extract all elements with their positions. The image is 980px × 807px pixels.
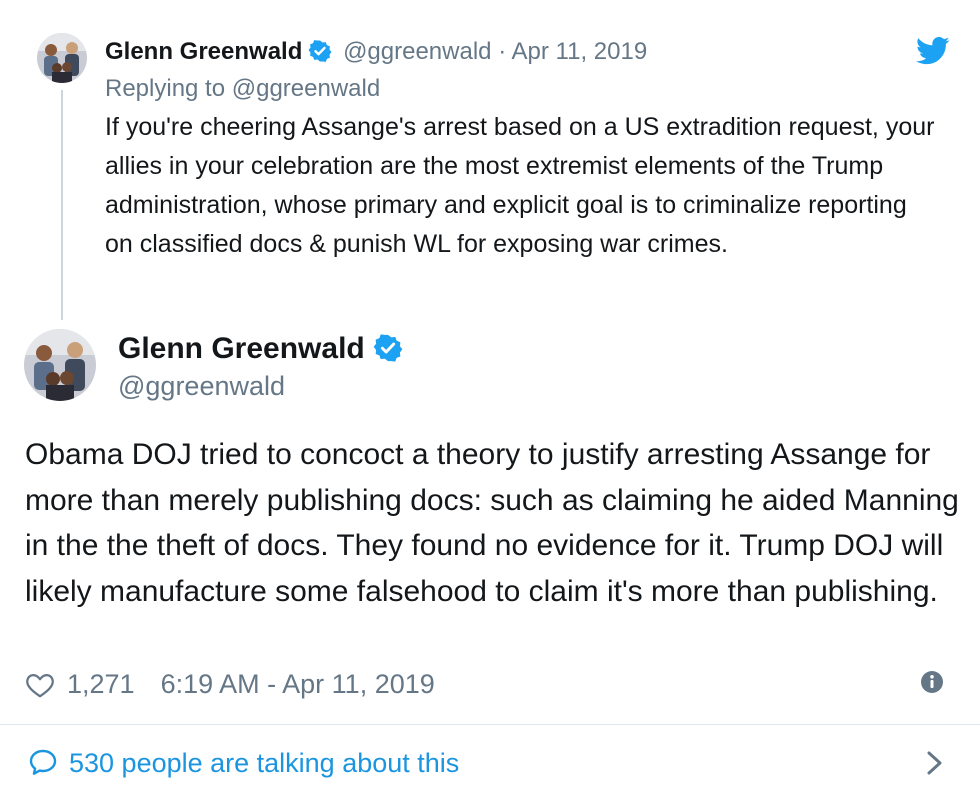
avatar[interactable] xyxy=(37,33,87,83)
twitter-bird-icon[interactable] xyxy=(916,36,950,66)
author-name[interactable]: Glenn Greenwald xyxy=(118,332,365,365)
author-name[interactable]: Glenn Greenwald xyxy=(105,38,302,65)
like-count[interactable]: 1,271 xyxy=(67,662,135,706)
info-icon[interactable] xyxy=(920,670,944,694)
heart-icon[interactable] xyxy=(25,669,55,699)
divider xyxy=(0,724,980,725)
verified-badge-icon xyxy=(308,39,332,63)
thread-connector-line xyxy=(61,90,63,320)
meta-separator: · xyxy=(498,38,507,65)
conversation-label[interactable]: 530 people are talking about this xyxy=(69,748,459,779)
speech-bubble-icon xyxy=(27,747,59,779)
verified-badge-icon xyxy=(373,333,403,363)
conversation-link[interactable]: 530 people are talking about this xyxy=(27,741,459,785)
parent-tweet-header: Glenn Greenwald @ggreenwald · Apr 11, 20… xyxy=(105,36,647,68)
tweet-timestamp[interactable]: 6:19 AM - Apr 11, 2019 xyxy=(161,662,435,706)
author-handle[interactable]: @ggreenwald xyxy=(118,368,285,404)
chevron-right-icon[interactable] xyxy=(922,745,946,781)
author-handle[interactable]: @ggreenwald xyxy=(343,38,491,65)
parent-tweet-text: If you're cheering Assange's arrest base… xyxy=(105,113,935,258)
avatar[interactable] xyxy=(24,329,96,401)
main-tweet-text: Obama DOJ tried to concoct a theory to j… xyxy=(25,438,959,608)
replying-to[interactable]: Replying to @ggreenwald xyxy=(105,73,380,105)
tweet-date[interactable]: Apr 11, 2019 xyxy=(512,38,648,65)
tweet-footer: 1,271 6:19 AM - Apr 11, 2019 xyxy=(25,662,435,706)
main-author-name-row: Glenn Greenwald xyxy=(118,330,403,368)
